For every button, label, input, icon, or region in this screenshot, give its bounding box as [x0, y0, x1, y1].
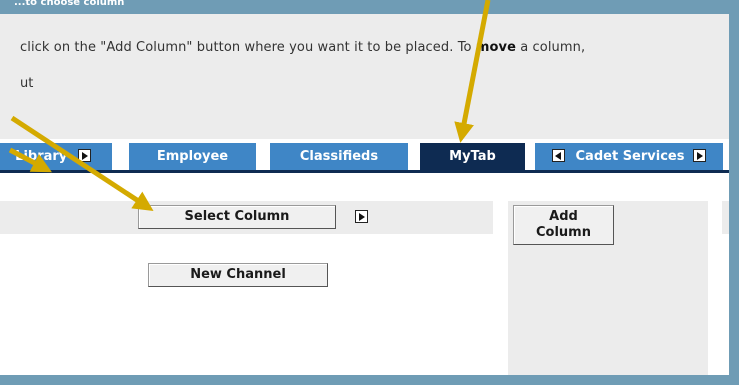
screenshot-frame — [0, 0, 739, 385]
